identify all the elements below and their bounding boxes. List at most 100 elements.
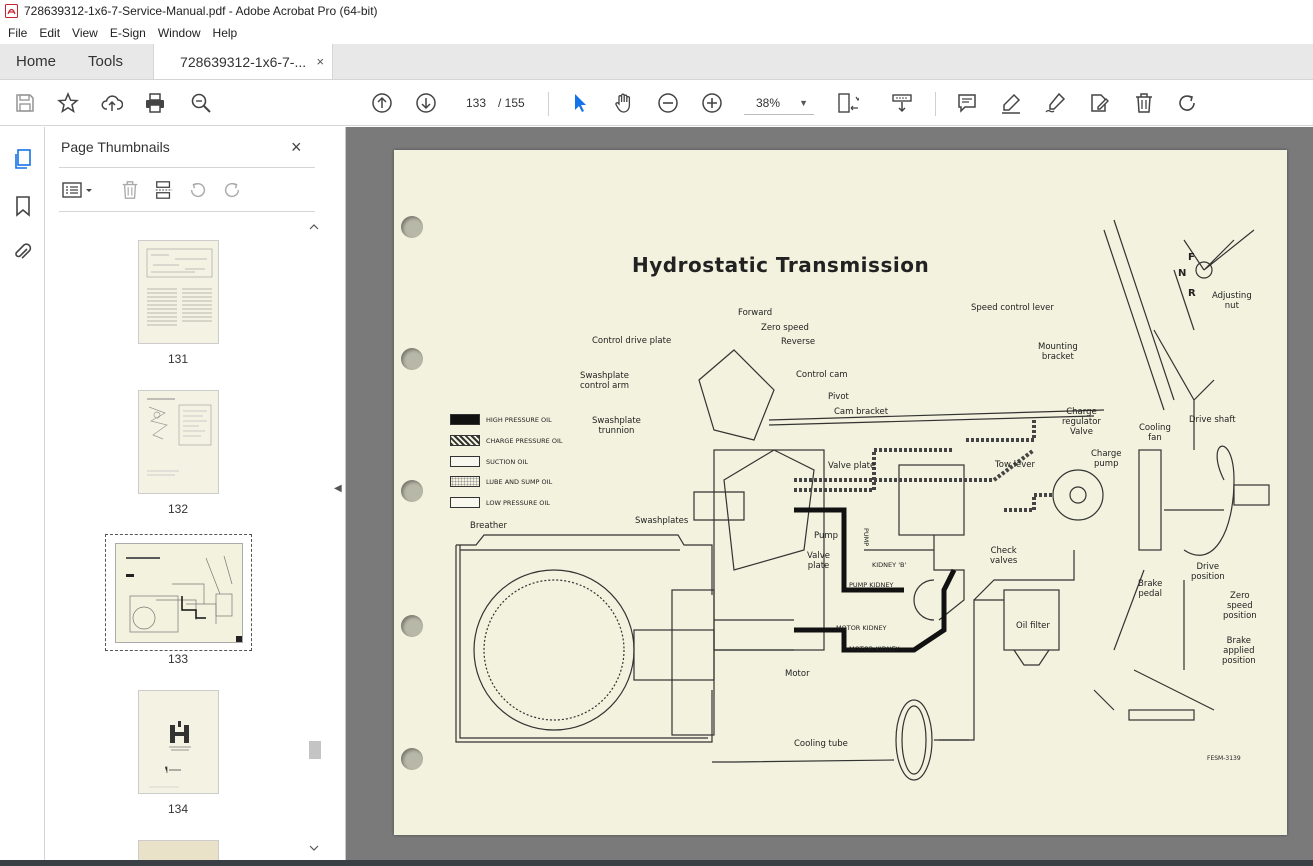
sign-pen-icon[interactable] (1043, 91, 1067, 115)
select-cursor-icon[interactable] (568, 91, 592, 115)
menu-help[interactable]: Help (207, 26, 244, 40)
page-thumbnail-131[interactable] (138, 240, 219, 344)
zoom-out-icon[interactable] (656, 91, 680, 115)
label-line: Valve (1069, 427, 1093, 437)
zoom-level-select[interactable]: 38% ▼ (744, 91, 814, 115)
attachments-paperclip-icon[interactable] (11, 240, 35, 264)
tab-tools[interactable]: Tools (72, 44, 139, 79)
page-fit-icon[interactable] (836, 91, 860, 115)
label-oil-filter: Oil filter (1016, 621, 1050, 631)
label-swashplate-trunnion: Swashplate trunnion (592, 416, 641, 436)
label-adjusting-nut: Adjusting nut (1212, 291, 1252, 311)
menu-view[interactable]: View (66, 26, 104, 40)
label-line: bracket (1041, 352, 1074, 362)
label-line: Swashplate (580, 371, 629, 381)
label-swashplates: Swashplates (635, 516, 689, 526)
label-motor: Motor (785, 669, 810, 679)
legend-label: CHARGE PRESSURE OIL (486, 436, 563, 445)
label-line: position (1222, 656, 1256, 666)
legend-item: SUCTION OIL (450, 456, 528, 467)
page-thumbnail-135[interactable] (138, 840, 219, 860)
upload-cloud-icon[interactable] (100, 91, 124, 115)
label-drive-position: Drive position (1191, 562, 1225, 582)
rotate-counterclockwise-icon[interactable] (187, 179, 209, 201)
highlight-pen-icon[interactable] (999, 91, 1023, 115)
legend-swatch (450, 476, 480, 487)
scroll-mode-icon[interactable] (890, 91, 914, 115)
bookmarks-icon[interactable] (11, 194, 35, 218)
tab-document[interactable]: 728639312-1x6-7-... × (153, 44, 334, 79)
toolbar-separator (548, 92, 549, 116)
label-n: N (1178, 268, 1187, 279)
main-toolbar: 133 / 155 38% ▼ (0, 80, 1313, 126)
rotate-redo-icon[interactable] (1175, 91, 1199, 115)
next-page-icon[interactable] (414, 91, 438, 115)
diagram-title: Hydrostatic Transmission (632, 253, 930, 277)
thumbnail-scrollbar[interactable] (307, 219, 321, 860)
page-thumbnails-icon[interactable] (11, 147, 35, 171)
print-icon[interactable] (143, 91, 167, 115)
label-mounting-bracket: Mounting bracket (1038, 342, 1078, 362)
zoom-in-icon[interactable] (700, 91, 724, 115)
chevron-left-icon: ◀ (334, 483, 342, 494)
window-title: 728639312-1x6-7-Service-Manual.pdf - Ado… (24, 4, 378, 18)
rotate-clockwise-icon[interactable] (221, 179, 243, 201)
thumbnail-label: 131 (167, 352, 189, 366)
menu-edit[interactable]: Edit (33, 26, 66, 40)
label-line: valves (990, 556, 1018, 566)
label-line: Charge (1091, 449, 1122, 459)
menu-window[interactable]: Window (152, 26, 207, 40)
delete-trash-icon[interactable] (1132, 91, 1156, 115)
label-line: control arm (580, 381, 629, 391)
page-thumbnail-132[interactable] (138, 390, 219, 494)
zoom-level-value: 38% (756, 96, 781, 110)
insert-page-icon[interactable] (153, 179, 175, 201)
label-swashplate-control-arm: Swashplate control arm (580, 371, 629, 391)
scrollbar-thumb[interactable] (309, 741, 321, 759)
legend-item: CHARGE PRESSURE OIL (450, 435, 563, 446)
legend-item: LOW PRESSURE OIL (450, 497, 550, 508)
label-line: pump (1094, 459, 1119, 469)
tab-home[interactable]: Home (0, 44, 72, 79)
page-thumbnail-133-selected[interactable] (105, 534, 252, 651)
label-reverse: Reverse (781, 337, 816, 347)
tab-close-icon[interactable]: × (316, 54, 324, 69)
chevron-down-icon: ▼ (799, 98, 808, 108)
menu-e-sign[interactable]: E-Sign (104, 26, 152, 40)
tab-document-label: 728639312-1x6-7-... (180, 53, 307, 70)
legend-swatch (450, 414, 480, 425)
close-icon[interactable]: × (291, 137, 302, 158)
label-valve-plate: Valve plate (807, 551, 830, 571)
thumbnail-toolbar (59, 177, 315, 203)
find-zoom-icon[interactable] (189, 91, 213, 115)
thumbnail-list: 131 132 133 134 (59, 219, 321, 860)
label-brake-pedal: Brake pedal (1138, 579, 1162, 599)
label-line: speed (1226, 601, 1253, 611)
thumbnail-options-icon[interactable] (61, 179, 95, 201)
label-pump-kidney-b: KIDNEY 'B' (872, 561, 907, 569)
label-charge-pump: Charge pump (1091, 449, 1122, 469)
label-charge-regulator-valve: Charge regulator Valve (1062, 407, 1101, 437)
save-icon[interactable] (13, 91, 37, 115)
page-thumbnail-134[interactable] (138, 690, 219, 794)
previous-page-icon[interactable] (370, 91, 394, 115)
label-line: Brake (1226, 636, 1252, 646)
edit-pdf-icon[interactable] (1087, 91, 1111, 115)
page-number-input[interactable]: 133 (460, 91, 492, 115)
label-speed-control-lever: Speed control lever (971, 303, 1054, 313)
document-viewport[interactable]: Hydrostatic Transmission HIGH PRESSURE O… (346, 127, 1313, 860)
menu-file[interactable]: File (2, 26, 33, 40)
label-line: plate (807, 561, 830, 571)
label-pump-kidney: PUMP KIDNEY (849, 581, 894, 589)
delete-page-icon[interactable] (119, 179, 141, 201)
window-title-bar: 728639312-1x6-7-Service-Manual.pdf - Ado… (0, 0, 1313, 22)
bookmark-star-icon[interactable] (56, 91, 80, 115)
hand-tool-icon[interactable] (612, 91, 636, 115)
comment-icon[interactable] (955, 91, 979, 115)
legend-swatch (450, 435, 480, 446)
legend-item: HIGH PRESSURE OIL (450, 414, 552, 425)
panel-collapse-handle[interactable]: ◀ (330, 127, 346, 860)
panel-title: Page Thumbnails (61, 139, 170, 155)
pdf-page-133: Hydrostatic Transmission HIGH PRESSURE O… (394, 150, 1287, 835)
label-check-valves: Check valves (990, 546, 1017, 566)
